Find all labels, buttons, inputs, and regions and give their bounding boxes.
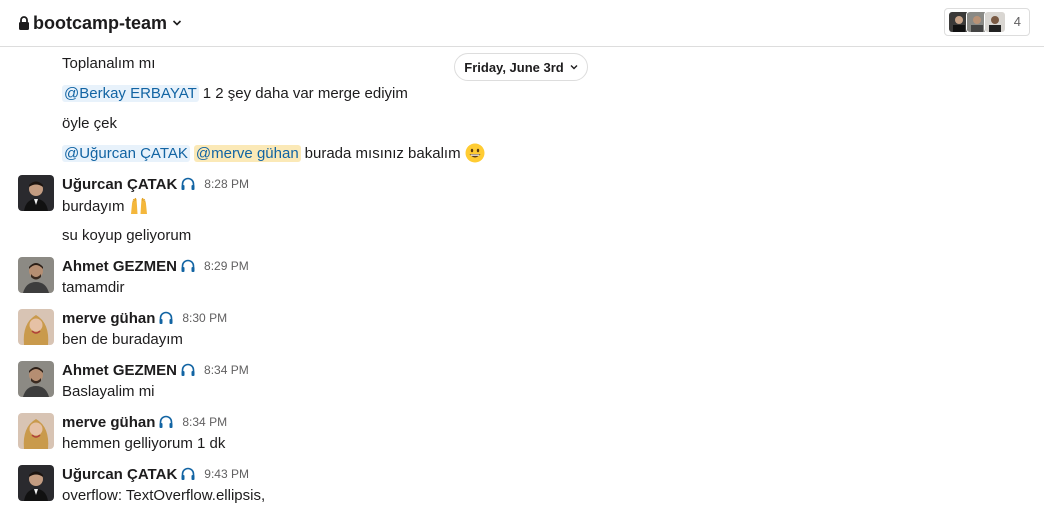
- chevron-down-icon: [172, 20, 182, 26]
- message-body: 1 2 şey daha var merge ediyim: [202, 84, 408, 102]
- message-body: burdayım: [62, 197, 125, 215]
- message-header: Uğurcan ÇATAK 8:28 PM: [62, 174, 249, 194]
- message-text: hemmen gelliyorum 1 dk: [62, 433, 225, 453]
- raising-hands-emoji-icon: [130, 197, 147, 214]
- message-text: burdayım: [62, 195, 149, 217]
- message-timestamp[interactable]: 9:43 PM: [204, 467, 249, 481]
- channel-name-button[interactable]: bootcamp-team: [18, 11, 182, 35]
- avatar[interactable]: [18, 175, 54, 211]
- headphones-icon: [159, 415, 173, 428]
- message-text: su koyup geliyorum: [62, 225, 191, 245]
- message-body: öyle çek: [62, 114, 118, 132]
- date-divider-label: Friday, June 3rd: [464, 59, 564, 75]
- message-text: @Uğurcan ÇATAK @merve gühan burada mısın…: [62, 142, 485, 164]
- message-body: Baslayalim mi: [62, 382, 155, 400]
- message-body: tamamdir: [62, 278, 125, 296]
- avatar[interactable]: [18, 309, 54, 345]
- author-name[interactable]: merve gühan: [62, 310, 155, 327]
- message-text: Toplanalım mı: [62, 53, 155, 73]
- headphones-icon: [181, 177, 195, 190]
- message-timestamp[interactable]: 8:30 PM: [182, 311, 227, 325]
- message-timestamp[interactable]: 8:34 PM: [204, 363, 249, 377]
- headphones-icon: [181, 467, 195, 480]
- message-text: @Berkay ERBAYAT 1 2 şey daha var merge e…: [62, 83, 408, 103]
- message-text: tamamdir: [62, 277, 125, 297]
- member-count: 4: [1013, 14, 1021, 29]
- message-text: öyle çek: [62, 113, 117, 133]
- headphones-icon: [159, 311, 173, 324]
- message-text: ben de buradayım: [62, 329, 183, 349]
- channel-title: bootcamp-team: [33, 12, 168, 33]
- lock-icon: [19, 16, 29, 30]
- message-body: overflow: TextOverflow.ellipsis,: [62, 486, 266, 504]
- avatar[interactable]: [18, 413, 54, 449]
- member-avatar: [984, 11, 1006, 33]
- message-timestamp[interactable]: 8:28 PM: [204, 177, 249, 191]
- message-header: merve gühan 8:30 PM: [62, 308, 227, 328]
- grinning-face-emoji-icon: [465, 143, 485, 163]
- mention-link[interactable]: @Uğurcan ÇATAK: [62, 144, 190, 162]
- message-text: overflow: TextOverflow.ellipsis,: [62, 485, 265, 505]
- date-divider-button[interactable]: Friday, June 3rd: [454, 53, 588, 81]
- headphones-icon: [181, 259, 195, 272]
- avatar[interactable]: [18, 361, 54, 397]
- mention-link[interactable]: @merve gühan: [193, 144, 301, 162]
- members-button[interactable]: 4: [944, 8, 1030, 36]
- message-timestamp[interactable]: 8:34 PM: [182, 415, 227, 429]
- avatar[interactable]: [18, 465, 54, 501]
- author-name[interactable]: Uğurcan ÇATAK: [62, 466, 177, 483]
- message-header: merve gühan 8:34 PM: [62, 412, 227, 432]
- author-name[interactable]: Ahmet GEZMEN: [62, 258, 177, 275]
- message-body: hemmen gelliyorum 1 dk: [62, 434, 226, 452]
- message-body: Toplanalım mı: [62, 54, 156, 72]
- channel-header: bootcamp-team 4: [0, 0, 1044, 47]
- message-body: su koyup geliyorum: [62, 226, 192, 244]
- message-body: burada mısınız bakalım: [304, 144, 461, 162]
- message-header: Uğurcan ÇATAK 9:43 PM: [62, 464, 249, 484]
- chevron-down-icon: [570, 65, 578, 70]
- message-timestamp[interactable]: 8:29 PM: [204, 259, 249, 273]
- message-header: Ahmet GEZMEN 8:29 PM: [62, 256, 249, 276]
- message-text: Baslayalim mi: [62, 381, 155, 401]
- author-name[interactable]: merve gühan: [62, 414, 155, 431]
- author-name[interactable]: Uğurcan ÇATAK: [62, 176, 177, 193]
- message-header: Ahmet GEZMEN 8:34 PM: [62, 360, 249, 380]
- headphones-icon: [181, 363, 195, 376]
- avatar[interactable]: [18, 257, 54, 293]
- mention-link[interactable]: @Berkay ERBAYAT: [62, 84, 199, 102]
- author-name[interactable]: Ahmet GEZMEN: [62, 362, 177, 379]
- message-body: ben de buradayım: [62, 330, 183, 348]
